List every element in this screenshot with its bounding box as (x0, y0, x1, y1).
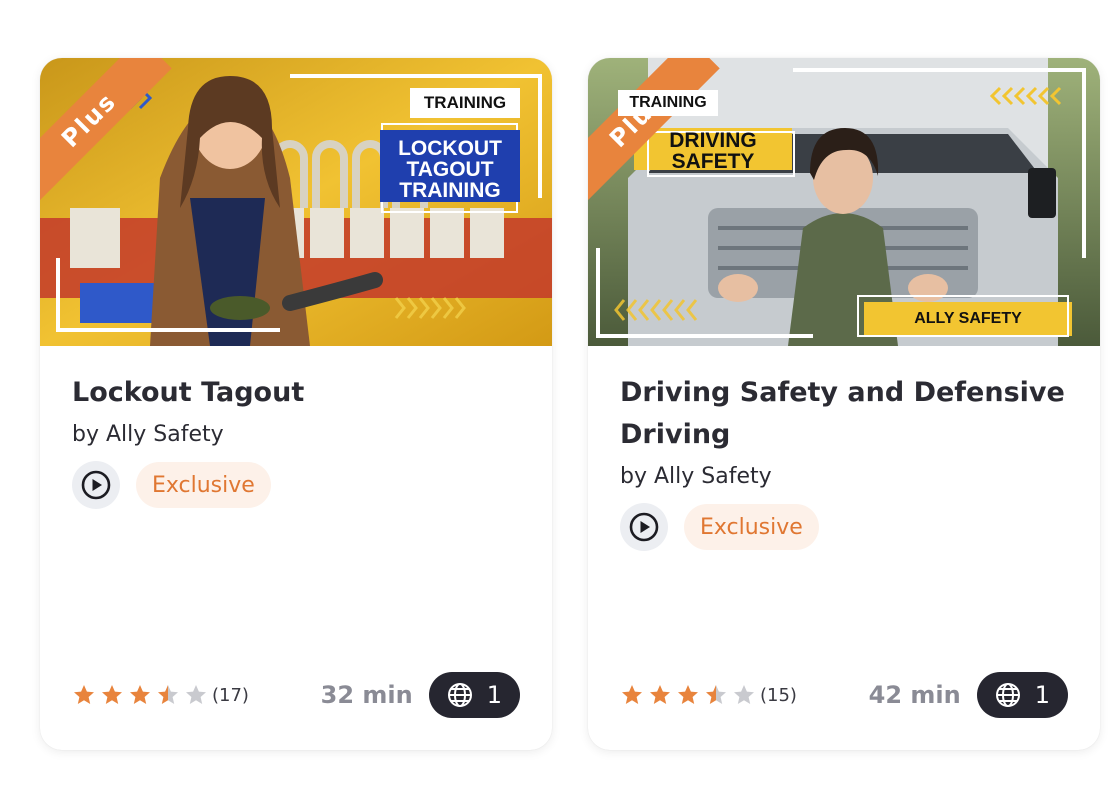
star-rating (72, 683, 208, 707)
star-icon (706, 685, 726, 704)
language-count-button[interactable]: 1 (428, 672, 520, 718)
language-count: 1 (486, 681, 502, 709)
course-card[interactable]: Plus TRAINING LOCKOUT TAGOUT TRAINING Lo… (40, 58, 552, 750)
course-title[interactable]: Driving Safety and Defensive Driving (620, 372, 1068, 456)
course-thumbnail[interactable]: Plus TRAINING LOCKOUT TAGOUT TRAINING (40, 58, 552, 346)
star-icon (74, 685, 94, 704)
star-rating (620, 683, 756, 707)
thumbnail-title-line: DRIVING (669, 129, 757, 152)
thumbnail-tag: TRAINING (618, 90, 718, 116)
star-icon (650, 685, 670, 704)
thumbnail-title-line: SAFETY (671, 150, 755, 173)
play-circle-icon (72, 461, 120, 509)
thumbnail-title: LOCKOUT TAGOUT TRAINING (380, 138, 520, 201)
star-icon (186, 685, 206, 704)
star-icon (158, 685, 178, 704)
language-count: 1 (1034, 681, 1050, 709)
globe-icon (447, 683, 472, 707)
rating-count: (15) (760, 684, 797, 706)
star-icon (734, 685, 754, 704)
thumbnail-tag: TRAINING (410, 88, 520, 118)
course-card-grid: Plus TRAINING LOCKOUT TAGOUT TRAINING Lo… (0, 0, 1118, 792)
course-card[interactable]: Plus TRAINING DRIVING SAFETY ALLY SAFETY… (588, 58, 1100, 750)
rating-count: (17) (212, 684, 249, 706)
language-count-button[interactable]: 1 (976, 672, 1068, 718)
thumbnail-title: DRIVING SAFETY (634, 130, 792, 172)
exclusive-badge: Exclusive (684, 504, 819, 550)
course-author: by Ally Safety (72, 422, 224, 447)
play-circle-icon (620, 503, 668, 551)
exclusive-badge: Exclusive (136, 462, 271, 508)
thumbnail-footer-label: ALLY SAFETY (914, 310, 1022, 327)
star-icon (130, 685, 150, 704)
course-duration: 42 min (868, 681, 961, 709)
globe-icon (995, 683, 1020, 707)
star-icon (622, 685, 642, 704)
star-icon (678, 685, 698, 704)
course-thumbnail[interactable]: Plus TRAINING DRIVING SAFETY ALLY SAFETY (588, 58, 1100, 346)
course-title[interactable]: Lockout Tagout (72, 372, 520, 414)
thumbnail-title-line: LOCKOUT (398, 137, 502, 160)
star-icon (102, 685, 122, 704)
thumbnail-title-line: TRAINING (399, 179, 501, 202)
thumbnail-title-line: TAGOUT (406, 158, 494, 181)
course-duration: 32 min (320, 681, 413, 709)
course-author: by Ally Safety (620, 464, 772, 489)
